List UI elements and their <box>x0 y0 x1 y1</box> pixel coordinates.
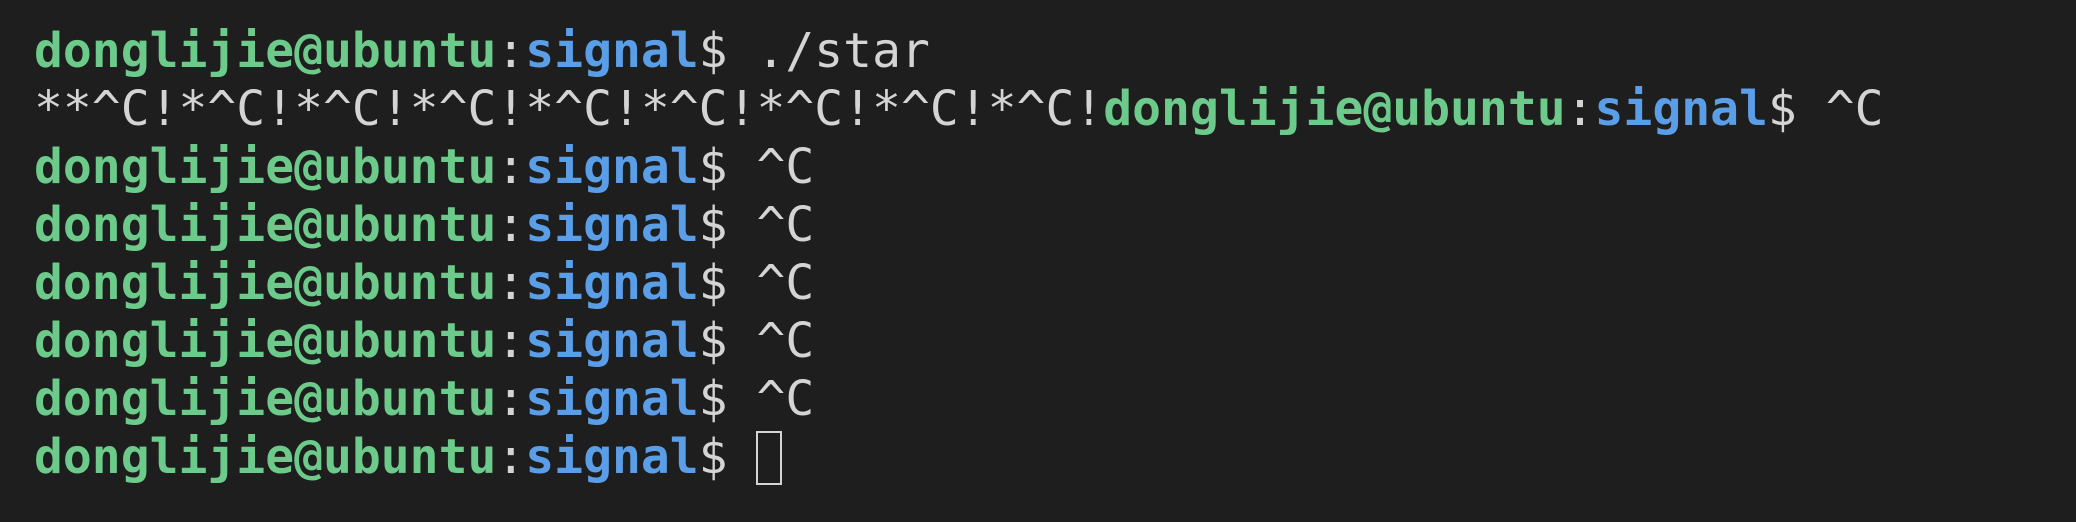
prompt-symbol: $ <box>698 197 757 253</box>
prompt-user-host: donglijie@ubuntu <box>34 255 497 311</box>
command-text: ^C <box>756 313 815 369</box>
prompt-symbol: $ <box>698 255 757 311</box>
command-text: ^C <box>756 197 815 253</box>
prompt-symbol: $ <box>698 23 757 79</box>
prompt-symbol: $ <box>698 429 757 485</box>
terminal-window[interactable]: donglijie@ubuntu:signal$ ./star **^C!*^C!… <box>0 0 2076 522</box>
prompt-colon: : <box>496 255 526 311</box>
prompt-directory: signal <box>525 429 699 485</box>
prompt-directory: signal <box>1594 81 1768 137</box>
command-text: ^C <box>756 371 815 427</box>
prompt-symbol: $ <box>1767 81 1826 137</box>
prompt-symbol: $ <box>698 139 757 195</box>
prompt-user-host: donglijie@ubuntu <box>34 371 497 427</box>
prompt-colon: : <box>496 429 526 485</box>
active-prompt-line: donglijie@ubuntu:signal$ <box>34 428 2076 486</box>
prompt-symbol: $ <box>698 371 757 427</box>
prompt-user-host: donglijie@ubuntu <box>34 23 497 79</box>
terminal-line: donglijie@ubuntu:signal$ ^C <box>34 138 2076 196</box>
command-text: ^C <box>1825 81 1884 137</box>
prompt-user-host: donglijie@ubuntu <box>34 197 497 253</box>
prompt-symbol: $ <box>698 313 757 369</box>
prompt-colon: : <box>496 23 526 79</box>
prompt-colon: : <box>496 313 526 369</box>
command-text: ./star <box>756 23 930 79</box>
prompt-colon: : <box>496 371 526 427</box>
text-cursor[interactable] <box>756 431 783 485</box>
terminal-line: donglijie@ubuntu:signal$ ^C <box>34 254 2076 312</box>
prompt-directory: signal <box>525 255 699 311</box>
prompt-directory: signal <box>525 197 699 253</box>
terminal-line: donglijie@ubuntu:signal$ ^C <box>34 196 2076 254</box>
prompt-directory: signal <box>525 23 699 79</box>
prompt-user-host: donglijie@ubuntu <box>1103 81 1566 137</box>
terminal-line: donglijie@ubuntu:signal$ ./star <box>34 22 2076 80</box>
command-text: ^C <box>756 139 815 195</box>
prompt-user-host: donglijie@ubuntu <box>34 313 497 369</box>
prompt-colon: : <box>496 139 526 195</box>
prompt-directory: signal <box>525 313 699 369</box>
prompt-colon: : <box>1565 81 1595 137</box>
prompt-user-host: donglijie@ubuntu <box>34 139 497 195</box>
prompt-directory: signal <box>525 139 699 195</box>
prompt-user-host: donglijie@ubuntu <box>34 429 497 485</box>
prompt-colon: : <box>496 197 526 253</box>
program-output: **^C!*^C!*^C!*^C!*^C!*^C!*^C!*^C!*^C! <box>34 81 1104 137</box>
terminal-line: donglijie@ubuntu:signal$ ^C <box>34 312 2076 370</box>
command-text: ^C <box>756 255 815 311</box>
prompt-directory: signal <box>525 371 699 427</box>
terminal-line: **^C!*^C!*^C!*^C!*^C!*^C!*^C!*^C!*^C!don… <box>34 80 2076 138</box>
terminal-line: donglijie@ubuntu:signal$ ^C <box>34 370 2076 428</box>
